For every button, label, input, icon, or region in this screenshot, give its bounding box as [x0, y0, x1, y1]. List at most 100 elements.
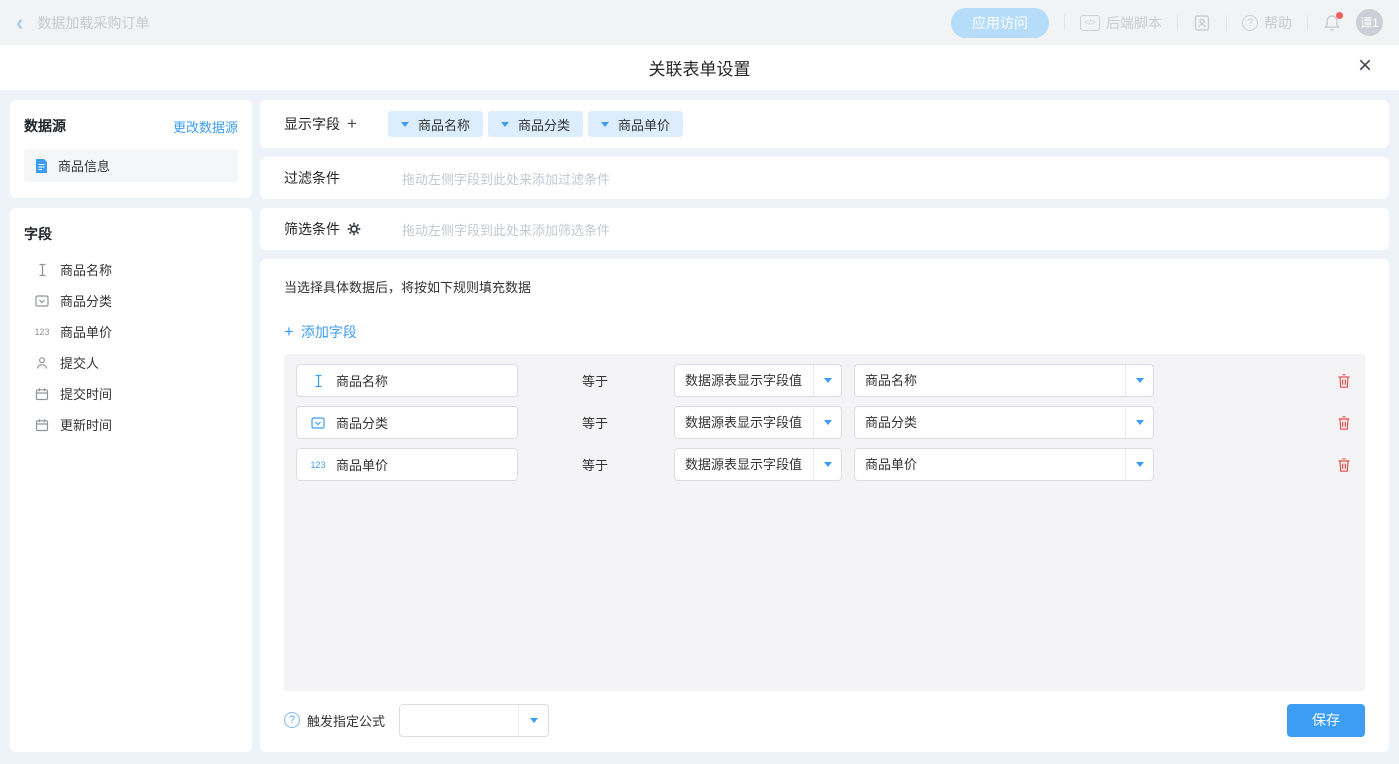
- gear-icon[interactable]: [347, 222, 361, 236]
- divider: [1226, 15, 1227, 31]
- tag-label: 商品名称: [418, 115, 470, 134]
- chevron-down-icon: [401, 122, 409, 127]
- rule-field-box[interactable]: 123 商品单价: [296, 448, 518, 481]
- plus-icon: +: [284, 324, 294, 340]
- dialog-title: 关联表单设置: [649, 55, 751, 80]
- number-field-icon: 123: [33, 327, 51, 337]
- display-fields-row: 显示字段 + 商品名称 商品分类 商品单价: [260, 100, 1389, 148]
- source-value: 数据源表显示字段值: [675, 407, 813, 438]
- left-sidebar: 数据源 更改数据源 商品信息 字段: [10, 100, 252, 752]
- fill-rules-hint: 当选择具体数据后，将按如下规则填充数据: [284, 277, 1365, 296]
- chevron-down-icon: [824, 462, 832, 467]
- operator-label: 等于: [582, 371, 608, 390]
- close-icon[interactable]: ×: [1351, 53, 1379, 81]
- rule-field-label: 商品单价: [336, 455, 388, 474]
- app-access-button[interactable]: 应用访问: [951, 8, 1049, 38]
- source-value-select[interactable]: 数据源表显示字段值: [674, 448, 842, 481]
- fields-title: 字段: [24, 224, 238, 244]
- target-field-select[interactable]: 商品名称: [854, 364, 1154, 397]
- datasource-item-label: 商品信息: [58, 156, 110, 175]
- form-document-icon: [34, 158, 49, 174]
- delete-rule-icon[interactable]: [1335, 455, 1353, 475]
- source-value: 数据源表显示字段值: [675, 365, 813, 396]
- display-field-tag[interactable]: 商品名称: [388, 111, 483, 137]
- text-field-icon: [309, 374, 327, 388]
- tag-label: 商品单价: [618, 115, 670, 134]
- rules-panel: 商品名称 等于 数据源表显示字段值 商品名称: [284, 354, 1365, 691]
- source-value-select[interactable]: 数据源表显示字段值: [674, 406, 842, 439]
- divider: [1307, 15, 1308, 31]
- help-icon: ?: [1242, 15, 1258, 31]
- contacts-icon[interactable]: [1193, 14, 1211, 32]
- source-value: 数据源表显示字段值: [675, 449, 813, 480]
- display-field-tag[interactable]: 商品分类: [488, 111, 583, 137]
- field-item-label: 商品单价: [60, 322, 112, 341]
- chevron-down-icon: [1136, 378, 1144, 383]
- field-item-number[interactable]: 123 商品单价: [24, 316, 238, 347]
- field-item-select[interactable]: 商品分类: [24, 285, 238, 316]
- field-item-text[interactable]: 商品名称: [24, 254, 238, 285]
- filter-condition-label: 过滤条件: [284, 168, 340, 188]
- operator-label: 等于: [582, 413, 608, 432]
- field-item-user[interactable]: 提交人: [24, 347, 238, 378]
- target-field-value: 商品分类: [855, 407, 1125, 438]
- user-field-icon: [33, 356, 51, 370]
- rule-field-box[interactable]: 商品名称: [296, 364, 518, 397]
- target-field-value: 商品名称: [855, 365, 1125, 396]
- back-icon[interactable]: ‹: [16, 13, 23, 33]
- divider: [1064, 15, 1065, 31]
- datasource-title: 数据源: [24, 116, 66, 136]
- text-field-icon: [33, 263, 51, 277]
- notifications-bell-icon[interactable]: [1323, 14, 1341, 32]
- sift-condition-placeholder: 拖动左侧字段到此处来添加筛选条件: [402, 220, 610, 239]
- chevron-down-icon: [1136, 462, 1144, 467]
- target-field-value: 商品单价: [855, 449, 1125, 480]
- source-value-select[interactable]: 数据源表显示字段值: [674, 364, 842, 397]
- rule-field-label: 商品分类: [336, 413, 388, 432]
- rule-row: 123 商品单价 等于 数据源表显示字段值 商品单价: [296, 448, 1353, 481]
- add-field-label: 添加字段: [301, 322, 357, 342]
- chevron-down-icon: [824, 420, 832, 425]
- field-item-label: 商品名称: [60, 260, 112, 279]
- target-field-select[interactable]: 商品分类: [854, 406, 1154, 439]
- rule-field-box[interactable]: 商品分类: [296, 406, 518, 439]
- datasource-card: 数据源 更改数据源 商品信息: [10, 100, 252, 198]
- field-item-date[interactable]: 提交时间: [24, 378, 238, 409]
- change-datasource-link[interactable]: 更改数据源: [173, 117, 238, 136]
- app-topbar: ‹ 数据加载采购订单 应用访问 </> 后端脚本 ? 帮助: [0, 0, 1399, 45]
- select-field-icon: [33, 294, 51, 308]
- add-display-field-button[interactable]: +: [347, 114, 357, 134]
- display-field-tag[interactable]: 商品单价: [588, 111, 683, 137]
- chevron-down-icon: [824, 378, 832, 383]
- filter-condition-row[interactable]: 过滤条件 拖动左侧字段到此处来添加过滤条件: [260, 157, 1389, 199]
- divider: [1177, 15, 1178, 31]
- chevron-down-icon: [1136, 420, 1144, 425]
- help-circle-icon[interactable]: ?: [284, 712, 300, 728]
- sift-condition-row[interactable]: 筛选条件 拖动左侧字段到此处来添加筛选条件: [260, 208, 1389, 250]
- avatar[interactable]: 谭1: [1356, 9, 1383, 36]
- rule-row: 商品分类 等于 数据源表显示字段值 商品分类: [296, 406, 1353, 439]
- dialog-header: 关联表单设置 ×: [0, 45, 1399, 91]
- rule-field-label: 商品名称: [336, 371, 388, 390]
- target-field-select[interactable]: 商品单价: [854, 448, 1154, 481]
- delete-rule-icon[interactable]: [1335, 371, 1353, 391]
- field-item-label: 提交时间: [60, 384, 112, 403]
- datasource-item[interactable]: 商品信息: [24, 149, 238, 182]
- dialog-footer: ? 触发指定公式 保存: [284, 700, 1365, 740]
- field-item-date[interactable]: 更新时间: [24, 409, 238, 440]
- tag-label: 商品分类: [518, 115, 570, 134]
- formula-select[interactable]: [399, 704, 549, 737]
- field-item-label: 提交人: [60, 353, 99, 372]
- app-page-title: 数据加载采购订单: [37, 13, 149, 33]
- field-item-label: 更新时间: [60, 415, 112, 434]
- fill-rules-card: 当选择具体数据后，将按如下规则填充数据 + 添加字段: [260, 259, 1389, 752]
- number-field-icon: 123: [309, 460, 327, 470]
- add-field-button[interactable]: + 添加字段: [284, 322, 357, 342]
- display-field-tags: 商品名称 商品分类 商品单价: [388, 111, 683, 137]
- save-button[interactable]: 保存: [1287, 704, 1365, 737]
- help-button[interactable]: ? 帮助: [1242, 13, 1292, 33]
- delete-rule-icon[interactable]: [1335, 413, 1353, 433]
- backend-script-button[interactable]: </> 后端脚本: [1080, 13, 1162, 33]
- settings-panel: 显示字段 + 商品名称 商品分类 商品单价: [260, 100, 1389, 752]
- dialog-body: 数据源 更改数据源 商品信息 字段: [0, 91, 1399, 764]
